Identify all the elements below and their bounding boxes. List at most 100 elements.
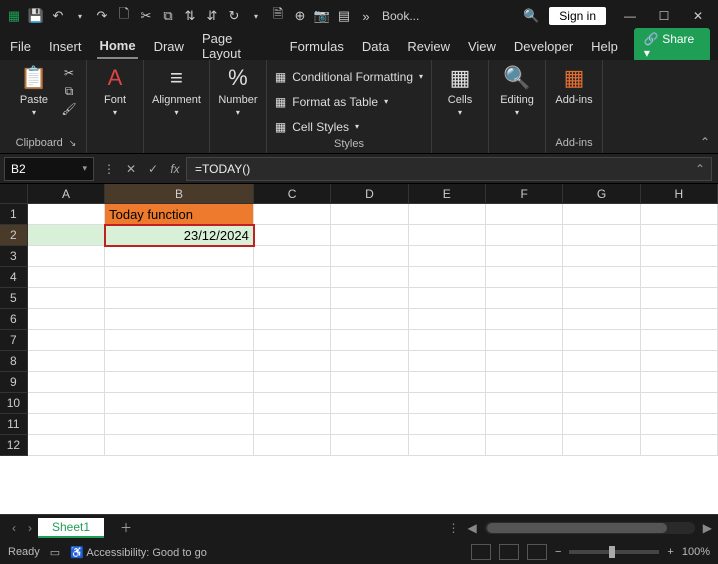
zoom-slider[interactable] (569, 550, 659, 554)
cell-F8[interactable] (486, 351, 563, 372)
search-icon[interactable]: 🔍 (521, 6, 541, 26)
undo-dropdown-icon[interactable]: ▾ (70, 6, 90, 26)
row-header-8[interactable]: 8 (0, 351, 28, 372)
cell-E9[interactable] (409, 372, 486, 393)
cell-B8[interactable] (105, 351, 254, 372)
cell-A7[interactable] (28, 330, 105, 351)
cell-E11[interactable] (409, 414, 486, 435)
cell-A11[interactable] (28, 414, 105, 435)
undo-icon[interactable]: ↶ (48, 6, 68, 26)
cell-D4[interactable] (331, 267, 408, 288)
alignment-button[interactable]: ≡ Alignment ▾ (152, 64, 201, 117)
cell-A5[interactable] (28, 288, 105, 309)
save-icon[interactable]: 💾 (26, 6, 46, 26)
row-header-7[interactable]: 7 (0, 330, 28, 351)
cell-A2[interactable] (28, 225, 105, 246)
view-pagebreak-icon[interactable] (527, 544, 547, 560)
zoom-in-icon[interactable]: + (667, 546, 673, 558)
cell-H4[interactable] (641, 267, 718, 288)
cell-D11[interactable] (331, 414, 408, 435)
menu-draw[interactable]: Draw (152, 35, 186, 58)
cancel-icon[interactable]: ✕ (120, 162, 142, 176)
cell-D8[interactable] (331, 351, 408, 372)
cell-G4[interactable] (563, 267, 640, 288)
cell-H1[interactable] (641, 204, 718, 225)
cell-G5[interactable] (563, 288, 640, 309)
cell-C4[interactable] (254, 267, 331, 288)
cell-G6[interactable] (563, 309, 640, 330)
cut-icon[interactable]: ✂ (136, 6, 156, 26)
cell-E4[interactable] (409, 267, 486, 288)
number-button[interactable]: % Number ▾ (218, 64, 258, 117)
col-header-G[interactable]: G (563, 184, 640, 204)
scrollbar-thumb[interactable] (487, 523, 667, 533)
cell-G7[interactable] (563, 330, 640, 351)
cell-D10[interactable] (331, 393, 408, 414)
row-header-5[interactable]: 5 (0, 288, 28, 309)
horizontal-scrollbar[interactable] (485, 522, 695, 534)
paste-button[interactable]: 📋 Paste ▾ (14, 64, 54, 117)
cell-C10[interactable] (254, 393, 331, 414)
cell-B3[interactable] (105, 246, 254, 267)
cell-A9[interactable] (28, 372, 105, 393)
col-header-B[interactable]: B (105, 184, 254, 204)
expand-formula-icon[interactable]: ⌃ (695, 162, 705, 176)
tab-options-icon[interactable]: ⋮ (448, 521, 460, 535)
cut-icon[interactable]: ✂ (60, 65, 78, 81)
row-header-3[interactable]: 3 (0, 246, 28, 267)
col-header-F[interactable]: F (486, 184, 563, 204)
formula-input[interactable]: =TODAY() ⌃ (186, 157, 712, 181)
cell-D2[interactable] (331, 225, 408, 246)
col-header-D[interactable]: D (331, 184, 408, 204)
cell-H7[interactable] (641, 330, 718, 351)
menu-help[interactable]: Help (589, 35, 620, 58)
row-header-4[interactable]: 4 (0, 267, 28, 288)
row-header-2[interactable]: 2 (0, 225, 28, 246)
row-header-6[interactable]: 6 (0, 309, 28, 330)
menu-insert[interactable]: Insert (47, 35, 84, 58)
col-header-C[interactable]: C (254, 184, 331, 204)
sheet-tab-1[interactable]: Sheet1 (38, 518, 104, 538)
sign-in-button[interactable]: Sign in (549, 7, 606, 25)
redo-icon[interactable]: ↷ (92, 6, 112, 26)
cell-G9[interactable] (563, 372, 640, 393)
scroll-right-icon[interactable]: ▶ (703, 521, 712, 535)
cell-E1[interactable] (409, 204, 486, 225)
cell-C12[interactable] (254, 435, 331, 456)
cell-H3[interactable] (641, 246, 718, 267)
refresh-icon[interactable]: ↻ (224, 6, 244, 26)
editing-button[interactable]: 🔍 Editing ▾ (497, 64, 537, 117)
cell-D3[interactable] (331, 246, 408, 267)
format-painter-icon[interactable]: 🖌 (60, 101, 78, 117)
cell-A1[interactable] (28, 204, 105, 225)
new-file-icon[interactable]: 🗋 (114, 6, 134, 26)
cell-styles-button[interactable]: ▦Cell Styles ▾ (275, 116, 423, 137)
macro-record-icon[interactable]: ▭ (50, 546, 60, 559)
tab-prev-icon[interactable]: ‹ (6, 521, 22, 535)
menu-view[interactable]: View (466, 35, 498, 58)
cell-F6[interactable] (486, 309, 563, 330)
menu-file[interactable]: File (8, 35, 33, 58)
cell-C2[interactable] (254, 225, 331, 246)
collapse-ribbon-icon[interactable]: ⌃ (700, 135, 710, 149)
cell-B4[interactable] (105, 267, 254, 288)
cell-E3[interactable] (409, 246, 486, 267)
enter-icon[interactable]: ✓ (142, 162, 164, 176)
cell-C11[interactable] (254, 414, 331, 435)
cell-F12[interactable] (486, 435, 563, 456)
cell-D1[interactable] (331, 204, 408, 225)
page-icon[interactable]: 🗎 (268, 6, 288, 26)
row-header-9[interactable]: 9 (0, 372, 28, 393)
fx-icon[interactable]: fx (164, 162, 186, 176)
copy-icon[interactable]: ⧉ (60, 83, 78, 99)
accessibility-status[interactable]: ♿ Accessibility: Good to go (70, 546, 207, 559)
col-header-A[interactable]: A (28, 184, 105, 204)
cells-button[interactable]: ▦ Cells ▾ (440, 64, 480, 117)
col-header-H[interactable]: H (641, 184, 718, 204)
cell-C5[interactable] (254, 288, 331, 309)
cell-H5[interactable] (641, 288, 718, 309)
cell-G2[interactable] (563, 225, 640, 246)
cell-F3[interactable] (486, 246, 563, 267)
cell-G8[interactable] (563, 351, 640, 372)
cell-E7[interactable] (409, 330, 486, 351)
